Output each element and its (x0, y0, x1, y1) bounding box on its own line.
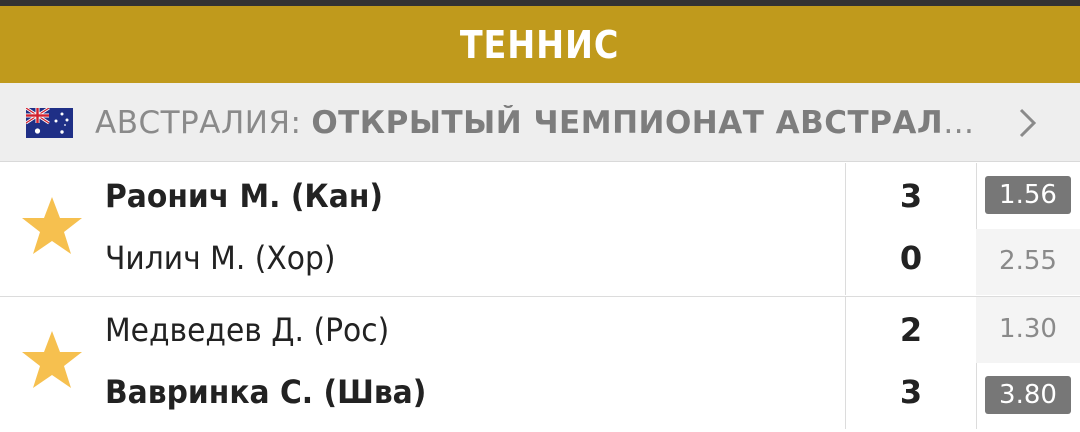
team-name: Медведев Д. (Рос) (105, 311, 390, 349)
score-column: 3 0 (845, 163, 977, 295)
star-icon[interactable] (20, 329, 84, 391)
odds-column: 1.30 3.80 (976, 297, 1080, 429)
match-row[interactable]: Медведев Д. (Рос) Вавринка С. (Шва) 2 3 … (0, 296, 1080, 429)
league-name: ОТКРЫТЫЙ ЧЕМПИОНАТ АВСТРАЛИИ ATP, Х... (311, 105, 1000, 141)
odd-button[interactable]: 2.55 (985, 242, 1071, 280)
odd-button[interactable]: 1.56 (985, 176, 1071, 214)
league-title: АВСТРАЛИЯ: ОТКРЫТЫЙ ЧЕМПИОНАТ АВСТРАЛИИ … (95, 105, 1000, 141)
odd-button[interactable]: 1.30 (985, 310, 1071, 348)
team-name: Чилич М. (Хор) (105, 239, 336, 277)
score-column: 2 3 (845, 297, 977, 429)
score: 3 (899, 177, 923, 215)
team-name: Раонич М. (Кан) (105, 177, 383, 215)
match-row[interactable]: Раонич М. (Кан) Чилич М. (Хор) 3 0 1.56 … (0, 163, 1080, 295)
sport-title: ТЕННИС (460, 22, 620, 67)
odds-column: 1.56 2.55 (976, 163, 1080, 295)
australia-flag-icon (26, 108, 73, 138)
league-country: АВСТРАЛИЯ: (95, 105, 302, 141)
team-name: Вавринка С. (Шва) (105, 373, 427, 411)
score: 0 (899, 239, 923, 277)
star-icon[interactable] (20, 195, 84, 257)
odd-button[interactable]: 3.80 (985, 376, 1071, 414)
chevron-right-icon[interactable] (1012, 105, 1042, 141)
score: 3 (899, 373, 923, 411)
league-bar[interactable]: АВСТРАЛИЯ: ОТКРЫТЫЙ ЧЕМПИОНАТ АВСТРАЛИИ … (0, 83, 1080, 162)
score: 2 (899, 311, 923, 349)
sport-header: ТЕННИС (0, 6, 1080, 83)
